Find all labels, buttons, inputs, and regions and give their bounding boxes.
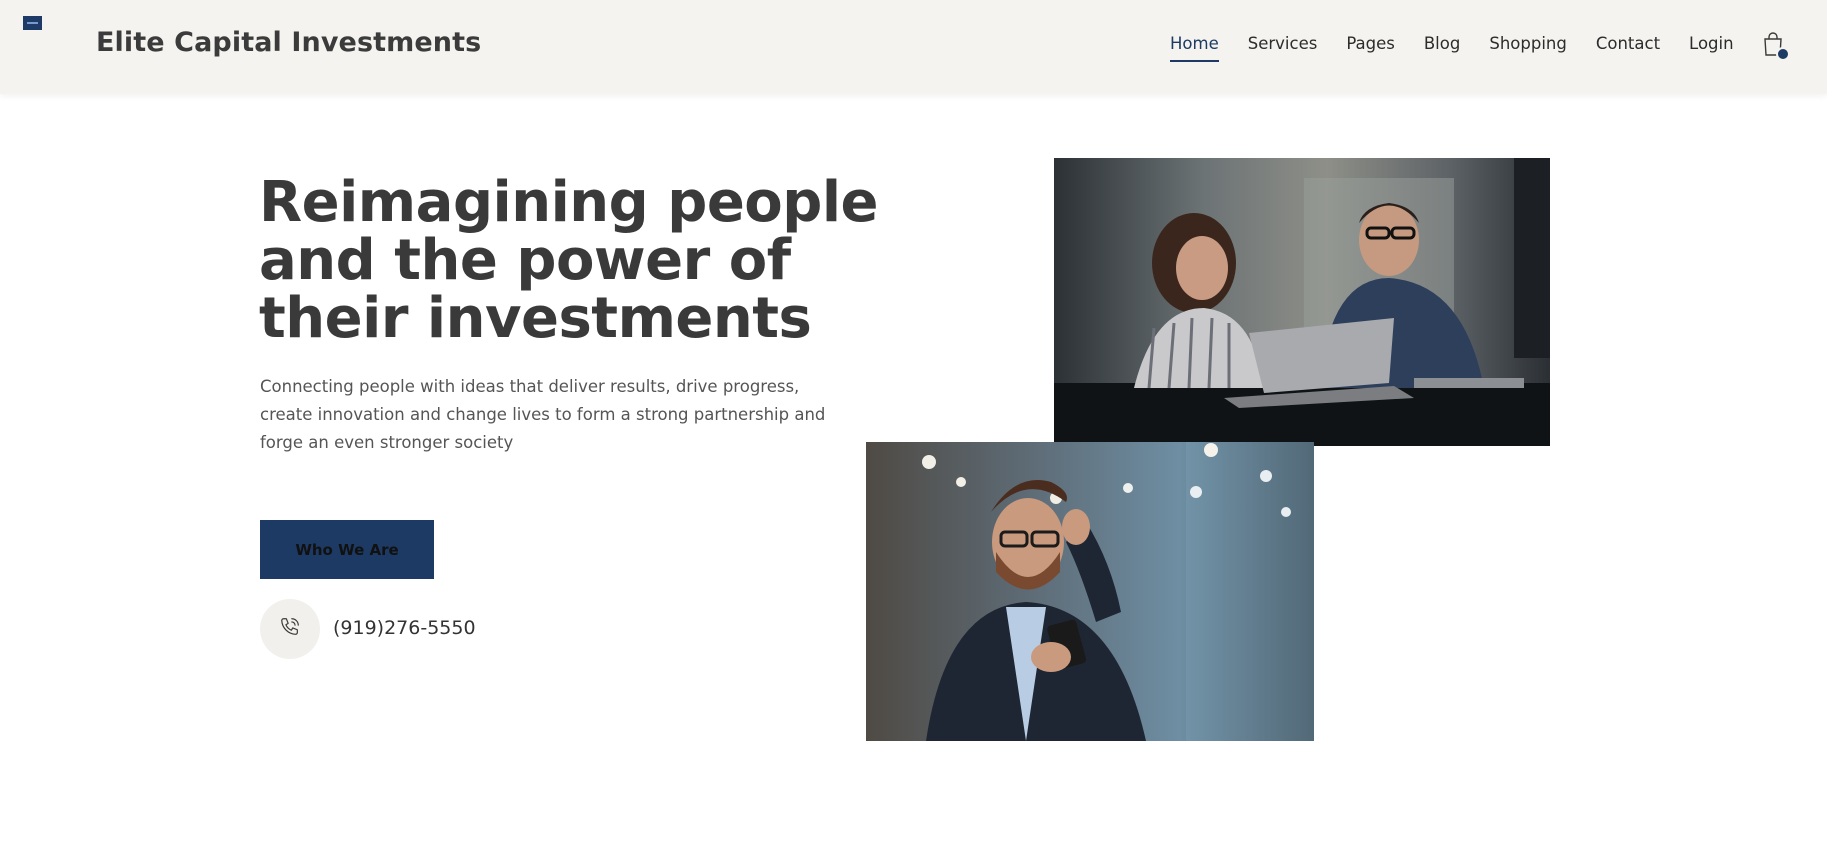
cart-button[interactable] bbox=[1762, 31, 1790, 61]
main-nav: Home Services Pages Blog Shopping Contac… bbox=[1170, 34, 1763, 62]
hero-description: Connecting people with ideas that delive… bbox=[260, 377, 826, 452]
logo-image[interactable] bbox=[23, 16, 42, 30]
site-header: Elite Capital Investments Home Services … bbox=[0, 0, 1827, 94]
nav-home[interactable]: Home bbox=[1170, 34, 1219, 62]
hero-title: Reimagining people and the power of thei… bbox=[259, 170, 879, 351]
hero-title-line: their investments bbox=[259, 286, 812, 351]
phone-icon-circle[interactable] bbox=[260, 599, 320, 659]
man-with-phone-photo bbox=[866, 442, 1314, 741]
brand-name[interactable]: Elite Capital Investments bbox=[96, 27, 481, 58]
nav-contact[interactable]: Contact bbox=[1596, 34, 1660, 62]
hero-title-line: and the power of bbox=[259, 228, 791, 293]
hero-title-line: Reimagining people bbox=[259, 170, 879, 235]
two-colleagues-at-laptop-photo bbox=[1054, 158, 1550, 446]
phone-icon bbox=[279, 616, 301, 642]
cart-count-badge bbox=[1776, 47, 1790, 61]
nav-pages[interactable]: Pages bbox=[1346, 34, 1395, 62]
nav-services[interactable]: Services bbox=[1248, 34, 1318, 62]
phone-number[interactable]: (919)276-5550 bbox=[333, 617, 476, 639]
nav-login[interactable]: Login bbox=[1689, 34, 1734, 62]
nav-blog[interactable]: Blog bbox=[1424, 34, 1460, 62]
who-we-are-button[interactable]: Who We Are bbox=[260, 520, 434, 579]
nav-shopping[interactable]: Shopping bbox=[1489, 34, 1567, 62]
